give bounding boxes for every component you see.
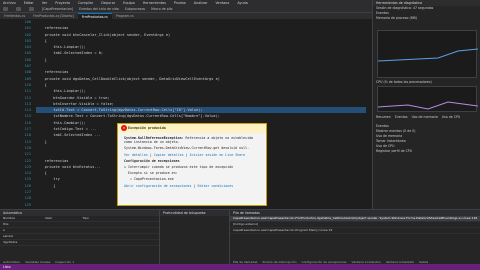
tab-summary[interactable]: Resumen [376, 115, 391, 120]
code-editor[interactable]: 100 101 102 103 104 105 106 107 108 109 110 111 112 1… [0, 19, 372, 209]
view-details-link[interactable]: Ver detalles [124, 153, 148, 157]
menu-item-file[interactable]: Archivo [3, 1, 16, 5]
status-bar: Listo [0, 264, 480, 270]
cpu-graph [377, 86, 479, 112]
stack-frame-label[interactable]: Marco de pila [151, 7, 172, 11]
restart-icon[interactable] [29, 7, 34, 11]
menu-item-view[interactable]: Ver [42, 1, 48, 5]
open-exception-settings-link[interactable]: Abrir configuración de excepciones [124, 184, 192, 188]
diagnostic-tools-panel: Herramientas de diagnóstico Sesión de di… [372, 0, 480, 209]
exception-title: Excepción producida [118, 124, 266, 133]
menu-item-team[interactable]: Equipo [123, 1, 135, 5]
exception-popup: ✕ Excepción producida System.NullReferen… [117, 123, 267, 206]
memory-line [377, 48, 479, 62]
autos-panel: Automático Nombre Valor Tipo this e send… [0, 210, 160, 265]
tab-cpu[interactable]: Uso de CPU [442, 115, 460, 120]
search-depth-label: Profundidad de búsqueda: [160, 210, 229, 216]
bottom-panels: Automático Nombre Valor Tipo this e send… [0, 209, 480, 265]
menu-item-analyze[interactable]: Analizar [194, 1, 208, 5]
record-cpu-profile-button[interactable]: Registrar perfil de CPU [376, 149, 415, 154]
menu-item-tools[interactable]: Herramientas [143, 1, 166, 5]
diagnostics-tabs: Resumen Eventos Uso de memoria Uso de CP… [376, 115, 460, 120]
tab-memory[interactable]: Uso de memoria [412, 115, 438, 120]
break-on-exception-checkbox[interactable]: Interrumpir cuando se produzca este tipo… [128, 165, 233, 169]
col-name: Nombre [3, 216, 15, 220]
diagnostics-list: Eventos Mostrar eventos (0 de 0) Uso de … [376, 124, 415, 154]
list-item[interactable]: CapaPresentacion.exe!CapaPresentacion.Pr… [230, 228, 480, 234]
continue-icon[interactable] [3, 7, 8, 11]
exception-detail: System.Windows.Forms.DataGridView.Curren… [124, 146, 250, 151]
menu-item-help[interactable]: Ayuda [237, 1, 247, 5]
memory-graph [377, 30, 479, 78]
memory-graph-svg [377, 48, 479, 62]
menu-item-edit[interactable]: Editar [24, 1, 34, 5]
cpu-line [377, 101, 479, 110]
stop-icon[interactable] [16, 7, 21, 11]
call-stack-panel: Pila de llamadas CapaPresentacion.exe!Ca… [230, 210, 480, 265]
menu-item-debug[interactable]: Depurar [101, 1, 115, 5]
thread-label[interactable]: Subprocesos [125, 7, 145, 11]
except-when-label: Excepto si se produce en: [128, 171, 178, 176]
copy-details-link[interactable]: Copiar detalles [154, 153, 184, 157]
process-label[interactable]: [CapaPresentacion] [42, 7, 73, 11]
menu-item-test[interactable]: Prueba [174, 1, 186, 5]
line-number-gutter: 100 101 102 103 104 105 106 107 108 109 110 111 112 1… [0, 19, 34, 209]
memory-label: Memoria de proceso (MB) [376, 16, 417, 20]
live-share-link[interactable]: Iniciar sesión en Live Share [190, 153, 246, 157]
cpu-label: CPU (% de todos los procesadores) [376, 80, 432, 84]
cpu-graph-svg [377, 101, 479, 110]
search-depth-panel: Profundidad de búsqueda: [160, 210, 230, 265]
status-text: Listo [3, 265, 11, 269]
col-value: Valor [44, 216, 53, 220]
edit-conditions-link[interactable]: Editar condiciones [197, 184, 233, 188]
table-row[interactable]: dgvDatos [0, 240, 159, 246]
lifecycle-label[interactable]: Eventos del ciclo de vida [79, 7, 119, 11]
tab-events[interactable]: Eventos [395, 115, 408, 120]
col-type: Tipo [82, 216, 89, 220]
exception-settings-title: Configuración de excepciones [124, 158, 180, 163]
menu-item-build[interactable]: Compilar [78, 1, 93, 5]
module-checkbox[interactable]: CapaPresentacion.exe [134, 177, 174, 181]
error-icon: ✕ [121, 125, 127, 131]
menu-item-window[interactable]: Ventana [215, 1, 229, 5]
menu-item-project[interactable]: Proyecto [55, 1, 70, 5]
line-number: 129 [24, 202, 32, 207]
